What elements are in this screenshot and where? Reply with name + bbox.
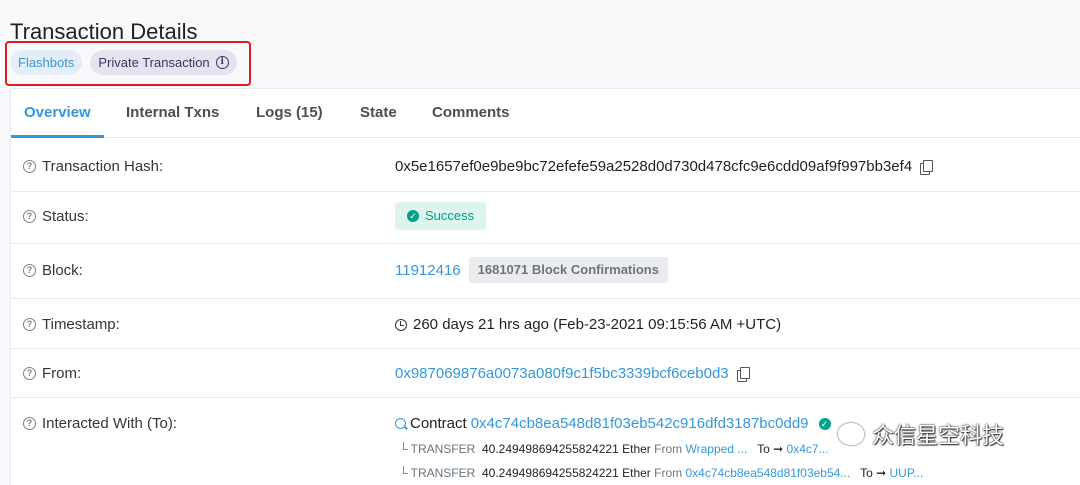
transfer-from-link[interactable]: 0x4c74cb8ea548d81f03eb54... — [686, 466, 851, 480]
from-label: ? From: — [23, 365, 81, 382]
interacted-with-value: Contract 0x4c74cb8ea548d81f03eb542c916df… — [395, 415, 831, 432]
check-circle-icon: ✓ — [407, 210, 419, 222]
active-tab-indicator — [11, 135, 104, 138]
wechat-icon — [838, 423, 864, 445]
tab-logs[interactable]: Logs (15) — [256, 104, 323, 121]
tab-comments[interactable]: Comments — [432, 104, 510, 121]
from-value: 0x987069876a0073a080f9c1f5bc3339bcf6ceb0… — [395, 365, 750, 382]
timestamp-label: ? Timestamp: — [23, 316, 120, 333]
help-icon[interactable]: ? — [23, 160, 36, 173]
copy-icon[interactable] — [920, 160, 934, 175]
status-value: ✓ Success — [395, 202, 487, 230]
page-header: Transaction Details Flashbots Private Tr… — [0, 0, 1080, 88]
transfer-to-link[interactable]: 0x4c7... — [787, 442, 829, 456]
tab-bar: Overview Internal Txns Logs (15) State C… — [11, 89, 1080, 138]
transaction-hash-label: ? Transaction Hash: — [23, 158, 163, 175]
help-icon[interactable]: ? — [23, 264, 36, 277]
watermark: 众信星空科技 — [838, 418, 1004, 450]
row-divider — [11, 348, 1080, 349]
help-icon[interactable]: ? — [23, 318, 36, 331]
contract-address-link[interactable]: 0x4c74cb8ea548d81f03eb542c916dfd3187bc0d… — [471, 415, 809, 432]
block-confirmations-badge: 1681071 Block Confirmations — [468, 257, 668, 283]
transfer-line: └ TRANSFER 40.249498694255824221 Ether F… — [399, 466, 924, 480]
interacted-with-label: ? Interacted With (To): — [23, 415, 177, 432]
copy-icon[interactable] — [736, 367, 750, 382]
transfer-line: └ TRANSFER 40.249498694255824221 Ether F… — [399, 442, 829, 456]
timestamp-value: 260 days 21 hrs ago (Feb-23-2021 09:15:5… — [395, 316, 781, 333]
contract-search-icon — [395, 418, 406, 429]
from-address-link[interactable]: 0x987069876a0073a080f9c1f5bc3339bcf6ceb0… — [395, 365, 729, 382]
tab-overview[interactable]: Overview — [24, 104, 91, 121]
block-label: ? Block: — [23, 262, 83, 279]
verified-check-icon: ✓ — [818, 417, 831, 430]
tab-state[interactable]: State — [360, 104, 397, 121]
status-badge: ✓ Success — [395, 202, 487, 230]
clock-icon — [395, 318, 407, 331]
help-icon[interactable]: ? — [23, 417, 36, 430]
block-value: 11912416 1681071 Block Confirmations — [395, 257, 668, 283]
red-annotation-box — [5, 41, 251, 86]
transfer-to-link[interactable]: UUP... — [890, 466, 924, 480]
row-divider — [11, 243, 1080, 244]
row-divider — [11, 191, 1080, 192]
help-icon[interactable]: ? — [23, 367, 36, 380]
row-divider — [11, 397, 1080, 398]
help-icon[interactable]: ? — [23, 210, 36, 223]
block-number-link[interactable]: 11912416 — [395, 262, 461, 279]
transaction-hash-value: 0x5e1657ef0e9be9bc72efefe59a2528d0d730d4… — [395, 158, 934, 175]
row-divider — [11, 298, 1080, 299]
transfer-from-link[interactable]: Wrapped ... — [686, 442, 748, 456]
status-label: ? Status: — [23, 208, 89, 225]
tab-internal-txns[interactable]: Internal Txns — [126, 104, 219, 121]
